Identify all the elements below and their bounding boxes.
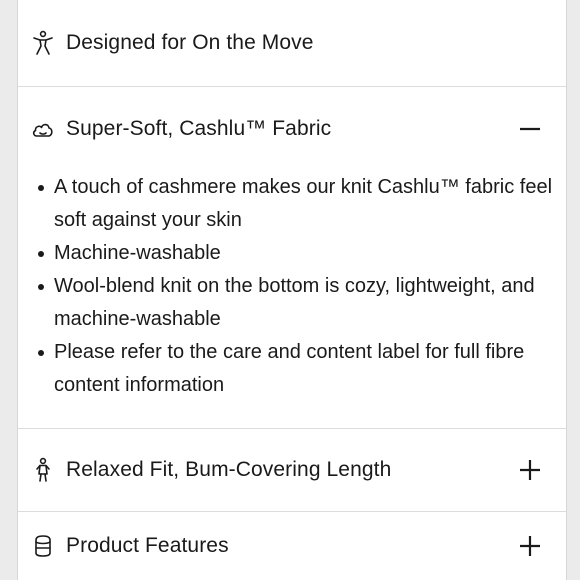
- list-item: Please refer to the care and content lab…: [36, 336, 556, 402]
- list-item: A touch of cashmere makes our knit Cashl…: [36, 171, 556, 237]
- person-stretch-icon: [30, 30, 56, 56]
- accordion-item-cashlu-fabric[interactable]: Super-Soft, Cashlu™ Fabric: [18, 87, 566, 171]
- accordion-item-product-features[interactable]: Product Features: [18, 512, 566, 580]
- product-details-accordion: Designed for On the Move Super-Soft, Cas…: [17, 0, 567, 580]
- accordion-title: Product Features: [66, 534, 229, 557]
- person-fit-icon: [30, 457, 56, 483]
- list-item: Machine-washable: [36, 237, 556, 270]
- bullet-list: A touch of cashmere makes our knit Cashl…: [36, 171, 556, 402]
- accordion-title: Designed for On the Move: [66, 31, 314, 54]
- features-icon: [30, 533, 56, 559]
- plus-icon[interactable]: [518, 458, 542, 482]
- accordion-title: Super-Soft, Cashlu™ Fabric: [66, 117, 332, 140]
- accordion-item-designed-for-on-the-move[interactable]: Designed for On the Move: [18, 0, 566, 87]
- minus-icon[interactable]: [518, 117, 542, 141]
- accordion-item-relaxed-fit[interactable]: Relaxed Fit, Bum-Covering Length: [18, 429, 566, 512]
- accordion-title: Relaxed Fit, Bum-Covering Length: [66, 458, 392, 481]
- cloud-icon: [30, 116, 56, 142]
- list-item: Wool-blend knit on the bottom is cozy, l…: [36, 270, 556, 336]
- accordion-content-cashlu-fabric: A touch of cashmere makes our knit Cashl…: [18, 171, 566, 429]
- plus-icon[interactable]: [518, 534, 542, 558]
